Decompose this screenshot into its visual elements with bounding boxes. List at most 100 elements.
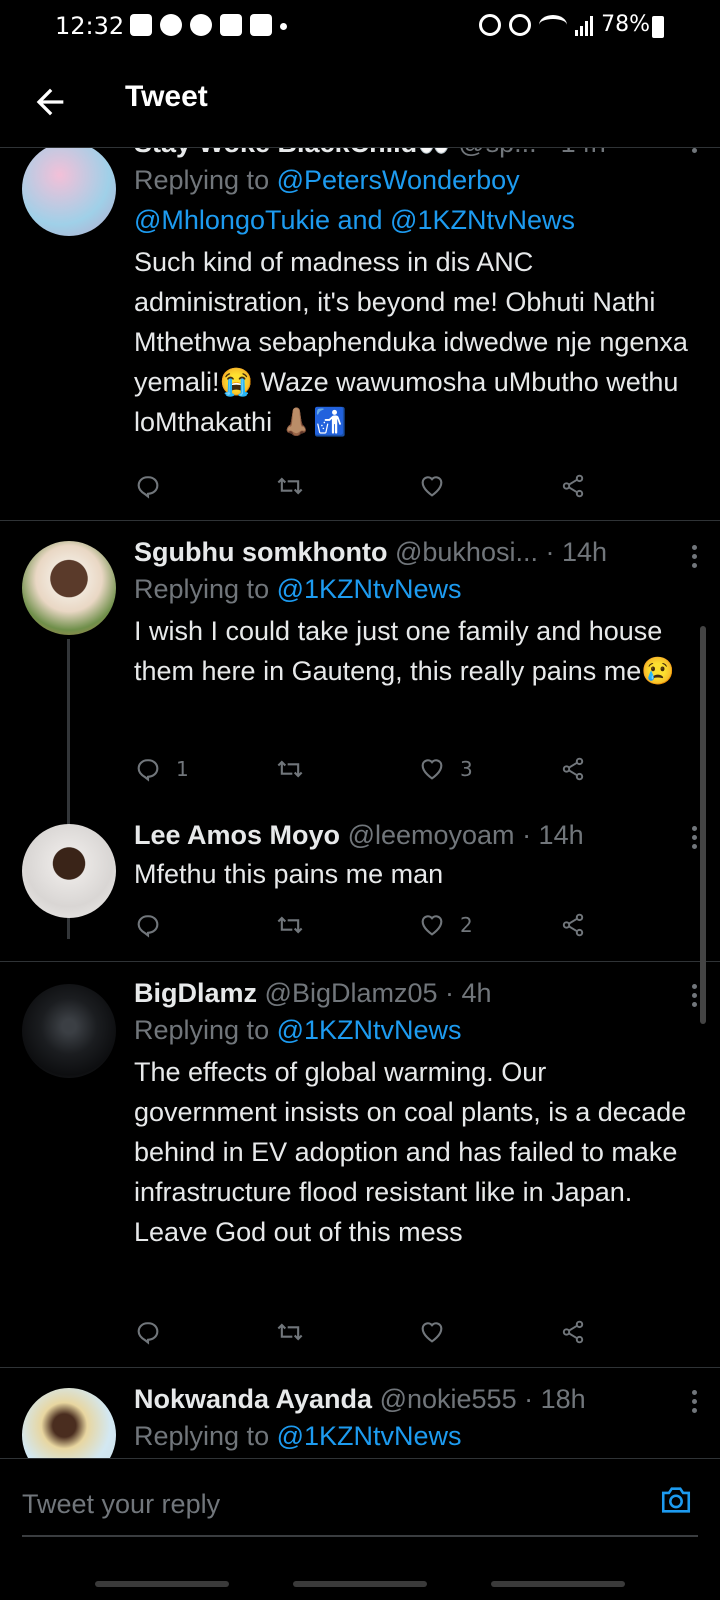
avatar[interactable]	[22, 148, 116, 236]
retweet-button[interactable]	[276, 907, 418, 943]
retweet-icon	[277, 760, 303, 778]
arrow-left-icon[interactable]	[30, 82, 70, 122]
retweet-icon	[277, 916, 303, 934]
tweet-actions	[134, 1314, 614, 1350]
author-name[interactable]: Stay Woke BlackChild👀	[134, 148, 451, 158]
more-options-icon[interactable]	[692, 984, 698, 1008]
tweet-text: The effects of global warming. Our gover…	[134, 1057, 687, 1247]
heart-icon	[421, 1322, 443, 1343]
reply-button[interactable]: 1	[134, 751, 276, 787]
tweet-header: Lee Amos Moyo @leemoyoam · 14h	[134, 818, 694, 852]
download-icon	[250, 14, 272, 36]
message-icon	[130, 14, 152, 36]
share-button[interactable]	[560, 468, 600, 504]
status-time: 12:32	[55, 12, 125, 40]
more-options-icon[interactable]	[692, 148, 698, 154]
system-icons: 78%	[479, 12, 650, 37]
heart-icon	[421, 759, 443, 780]
tweet-header: BigDlamz @BigDlamz05 · 4h	[134, 976, 694, 1010]
retweet-icon	[277, 1323, 303, 1341]
replying-prefix: Replying to	[134, 165, 277, 195]
share-button[interactable]	[560, 1314, 600, 1350]
scrollbar[interactable]	[700, 626, 706, 1024]
reply-button[interactable]	[134, 468, 276, 504]
reply-input[interactable]	[22, 1479, 622, 1529]
author-handle[interactable]: @BigDlamz05	[265, 978, 438, 1008]
heart-icon	[421, 476, 443, 497]
tweet-actions: 2	[134, 907, 614, 943]
more-notifications-icon	[280, 23, 287, 30]
reply-icon	[137, 759, 159, 782]
page-title: Tweet	[125, 80, 208, 113]
author-handle[interactable]: @bukhosi...	[395, 537, 538, 567]
share-icon	[562, 757, 584, 781]
reply-feed: Stay Woke BlackChild👀 @sp... · 14h Reply…	[0, 148, 720, 1485]
like-button[interactable]	[418, 468, 560, 504]
author-handle[interactable]: @sp...	[458, 148, 536, 158]
author-name[interactable]: Nokwanda Ayanda	[134, 1384, 372, 1414]
tweet-time: · 14h	[544, 148, 606, 158]
replying-mentions[interactable]: @1KZNtvNews	[277, 1421, 462, 1451]
replying-mentions[interactable]: @1KZNtvNews	[277, 574, 462, 604]
author-name[interactable]: Lee Amos Moyo	[134, 820, 340, 850]
author-handle[interactable]: @nokie555	[380, 1384, 517, 1414]
tweet-time: · 14h	[545, 537, 608, 567]
tweet-text: Mfethu this pains me man	[134, 859, 444, 889]
top-app-bar: Tweet	[0, 56, 720, 148]
share-icon	[562, 913, 584, 937]
reply-icon	[137, 915, 159, 938]
reply-composer	[0, 1458, 720, 1600]
replying-prefix: Replying to	[134, 1421, 277, 1451]
like-button[interactable]	[418, 1314, 560, 1350]
camera-icon[interactable]	[658, 1483, 694, 1517]
replying-prefix: Replying to	[134, 574, 277, 604]
battery-level: 78%	[601, 12, 650, 37]
author-name[interactable]: Sgubhu somkhonto	[134, 537, 387, 567]
tweet-header: Sgubhu somkhonto @bukhosi... · 14h	[134, 535, 694, 569]
more-options-icon[interactable]	[692, 826, 698, 850]
like-count: 3	[460, 757, 473, 781]
like-button[interactable]: 2	[418, 907, 560, 943]
alarm-icon	[479, 13, 502, 36]
input-underline	[22, 1535, 698, 1537]
like-button[interactable]: 3	[418, 751, 560, 787]
download-icon	[220, 14, 242, 36]
tweet-text: Such kind of madness in dis ANC administ…	[134, 247, 688, 437]
avatar[interactable]	[22, 541, 116, 635]
share-button[interactable]	[560, 907, 600, 943]
author-name[interactable]: BigDlamz	[134, 978, 257, 1008]
reply-icon	[137, 1322, 159, 1345]
replying-mentions[interactable]: @1KZNtvNews	[277, 1015, 462, 1045]
tweet-header: Stay Woke BlackChild👀 @sp... · 14h	[134, 148, 694, 160]
retweet-button[interactable]	[276, 468, 418, 504]
tweet[interactable]: Lee Amos Moyo @leemoyoam · 14h Mfethu th…	[0, 812, 720, 962]
gesture-bar	[0, 1581, 720, 1587]
tweet-time: · 18h	[524, 1384, 586, 1414]
share-button[interactable]	[560, 751, 600, 787]
avatar[interactable]	[22, 984, 116, 1078]
author-handle[interactable]: @leemoyoam	[348, 820, 515, 850]
tweet-text: I wish I could take just one family and …	[134, 616, 675, 686]
reply-icon	[137, 476, 159, 499]
retweet-icon	[277, 477, 303, 495]
reply-button[interactable]	[134, 1314, 276, 1350]
signal-icon	[575, 14, 594, 36]
more-options-icon[interactable]	[692, 1390, 698, 1414]
avatar[interactable]	[22, 824, 116, 918]
notification-icons	[130, 14, 287, 36]
tweet[interactable]: BigDlamz @BigDlamz05 · 4h Replying to @1…	[0, 962, 720, 1368]
status-bar: 12:32 78%	[0, 0, 720, 56]
tweet[interactable]: Stay Woke BlackChild👀 @sp... · 14h Reply…	[0, 148, 720, 521]
retweet-button[interactable]	[276, 751, 418, 787]
mute-icon	[509, 13, 532, 36]
reply-button[interactable]	[134, 907, 276, 943]
replying-to: Replying to @1KZNtvNews	[134, 569, 694, 609]
retweet-button[interactable]	[276, 1314, 418, 1350]
share-icon	[562, 474, 584, 498]
replying-to: Replying to @1KZNtvNews	[134, 1010, 694, 1050]
like-count: 2	[460, 913, 473, 937]
wifi-icon	[539, 14, 568, 35]
facebook-icon	[160, 14, 182, 36]
more-options-icon[interactable]	[692, 545, 698, 569]
battery-icon	[652, 16, 664, 38]
